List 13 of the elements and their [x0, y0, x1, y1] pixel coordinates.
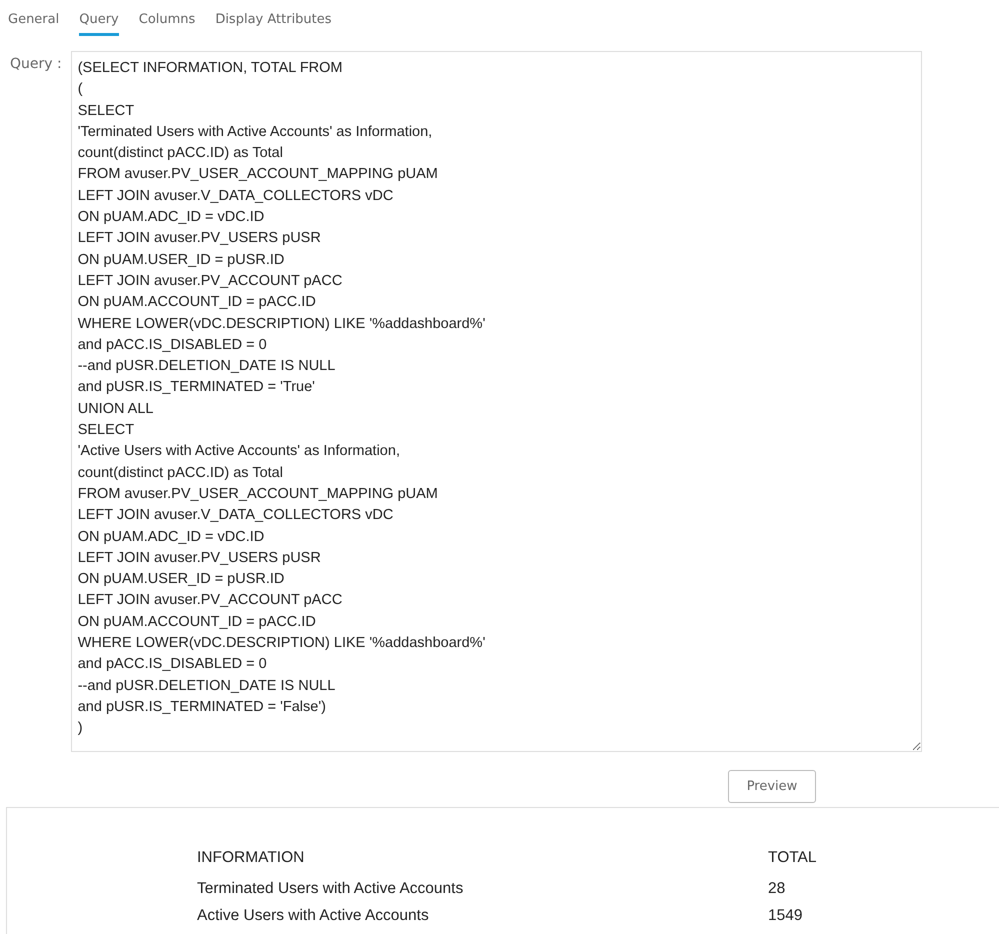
preview-button[interactable]: Preview: [728, 770, 816, 803]
column-header: TOTAL: [768, 849, 818, 867]
table-cell-text: 28: [768, 880, 786, 898]
tab[interactable]: General: [8, 6, 60, 36]
table-cell-text: 1549: [768, 906, 804, 924]
table-cell-text: Active Users with Active Accounts: [197, 906, 430, 924]
tab[interactable]: Columns: [138, 6, 196, 36]
table-cell-text: Terminated Users with Active Accounts: [197, 880, 464, 898]
query-label: Query :: [10, 56, 62, 74]
tab[interactable]: Display Attributes: [215, 6, 332, 36]
column-header: INFORMATION: [197, 849, 306, 867]
query-input-field[interactable]: (SELECT INFORMATION, TOTAL FROM ( SELECT 'Terminated Users with Active Accounts' as Information, count(distinct pACC.ID) as Total FROM avuser.PV_USER_ACCOUNT_MAPPING pUAM LEFT JOIN avuser.V_DATA_COLLECTORS vDC ON pUAM.ADC_ID = vDC.ID LEFT JOIN avuser.PV_USERS pUSR ON pUAM.USER_ID = pUSR.ID LEFT JOIN avuser.PV_ACCOUNT pACC ON pUAM.ACCOUNT_ID = pACC.ID WHERE LOWER(vDC.DESCRIPTION) LIKE '%addashboard%' and pACC.IS_DISABLED = 0 --and pUSR.DELETION_DATE IS NULL and pUSR.IS_TERMINATED = 'True' UNION ALL SELECT 'Active Users with Active Accounts' as Information, count(distinct pACC.ID) as Total FROM avuser.PV_USER_ACCOUNT_MAPPING pUAM LEFT JOIN avuser.V_DATA_COLLECTORS vDC ON pUAM.ADC_ID = vDC.ID LEFT JOIN avuser.PV_USERS pUSR ON pUAM.USER_ID = pUSR.ID LEFT JOIN avuser.PV_ACCOUNT pACC ON pUAM.ACCOUNT_ID = pACC.ID WHERE LOWER(vDC.DESCRIPTION) LIKE '%addashboard%' and pACC.IS_DISABLED = 0 --and pUSR.DELETION_DATE IS NULL and pUSR.IS_TERMINATED = 'False') ): [70, 51, 922, 752]
tab[interactable]: Query: [79, 6, 119, 36]
